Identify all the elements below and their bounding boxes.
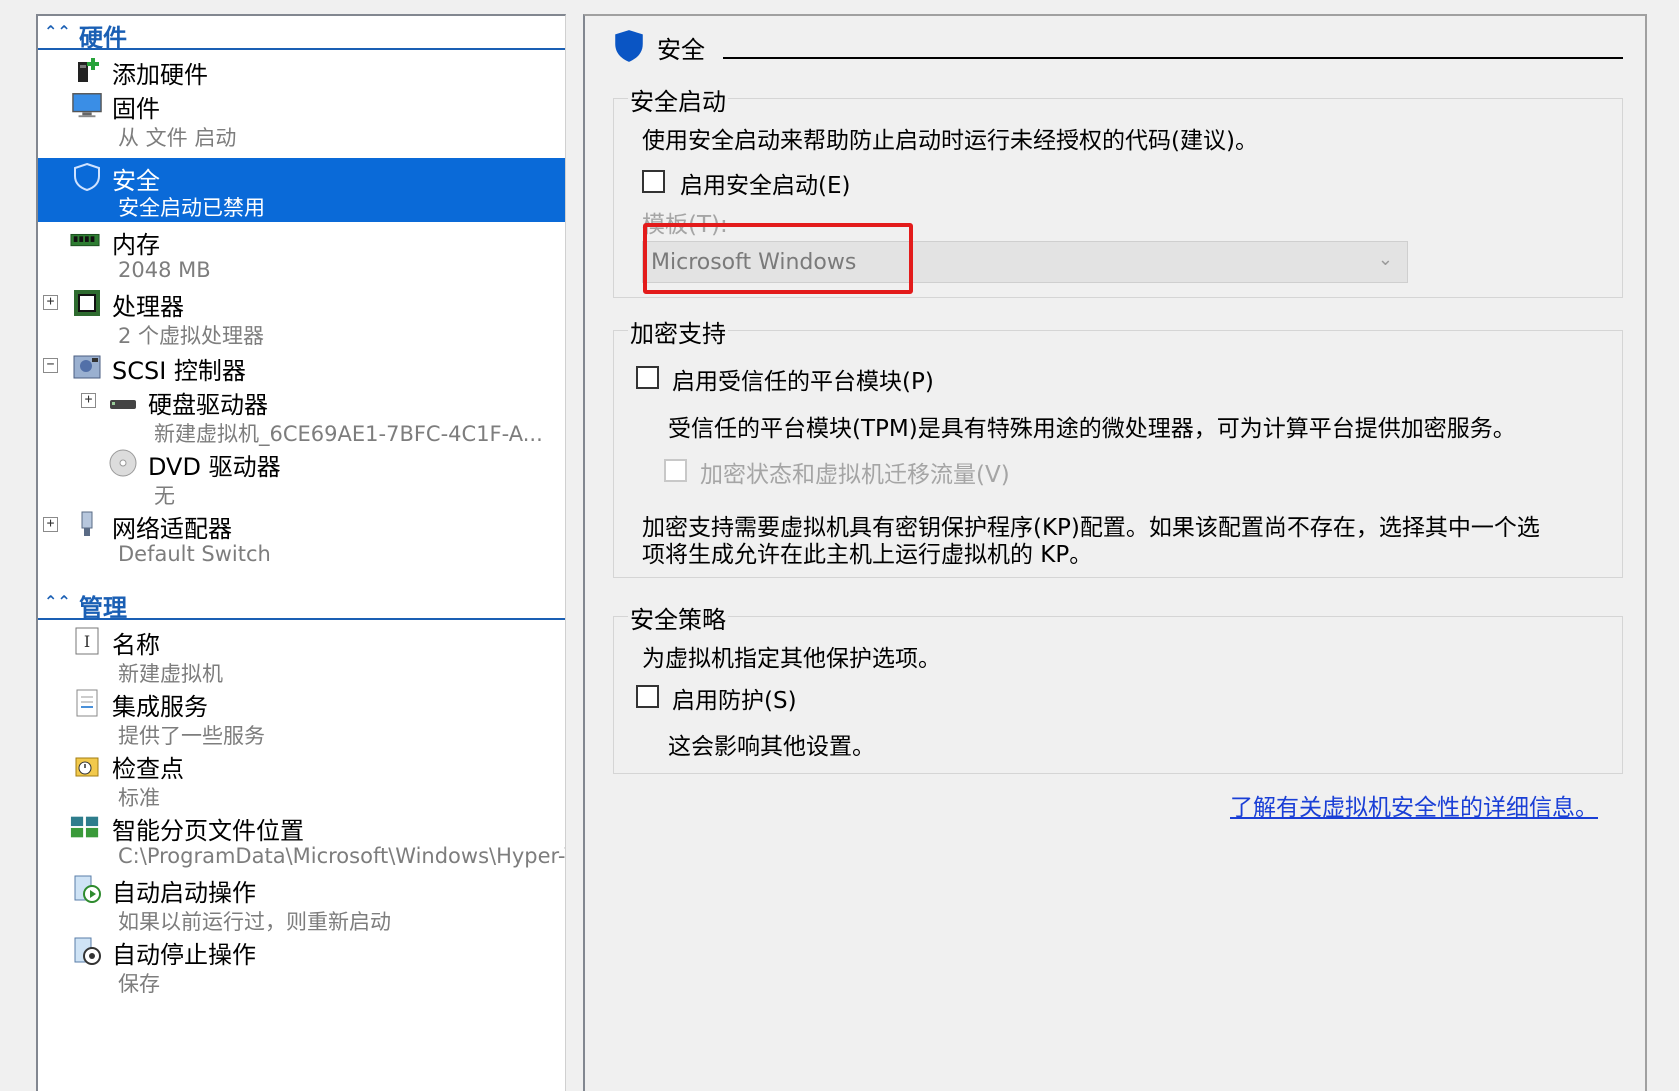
tree-item-label: DVD 驱动器 — [148, 453, 281, 481]
security-policy-group: 安全策略 为虚拟机指定其他保护选项。 启用防护(S) 这会影响其他设置。 — [613, 600, 1623, 774]
auto-start-icon — [74, 875, 101, 903]
encryption-support-group: 加密支持 启用受信任的平台模块(P) 受信任的平台模块(TPM)是具有特殊用途的… — [613, 314, 1623, 578]
enable-secure-boot-label[interactable]: 启用安全启动(E) — [680, 166, 850, 200]
tree-item-label: 处理器 — [112, 293, 184, 321]
tree-item-sub: 新建虚拟机_6CE69AE1-7BFC-4C1F-A... — [154, 422, 543, 446]
tree-item-firmware[interactable]: 固件 从 文件 启动 — [38, 88, 565, 150]
tree-item-label: 固件 — [112, 95, 160, 123]
auto-stop-icon — [74, 937, 101, 965]
tree-item-sub: 新建虚拟机 — [118, 662, 223, 686]
tree-item-dvd-drive[interactable]: DVD 驱动器 无 — [38, 446, 565, 508]
tree-item-integration-services[interactable]: 集成服务 提供了一些服务 — [38, 686, 565, 748]
tree-item-sub: 无 — [154, 484, 175, 508]
settings-tree: ⌃⌃ 硬件 添加硬件 固件 从 文件 启动 安全 安全启动已禁用 内存 2048… — [36, 14, 566, 1091]
tree-item-label: 检查点 — [112, 755, 184, 783]
page-header: 安全 — [613, 28, 1623, 68]
secure-boot-description: 使用安全启动来帮助防止启动时运行未经授权的代码(建议)。 — [642, 128, 1258, 154]
secure-boot-group: 安全启动 使用安全启动来帮助防止启动时运行未经授权的代码(建议)。 启用安全启动… — [613, 82, 1623, 298]
tree-item-name[interactable]: I 名称 新建虚拟机 — [38, 624, 565, 686]
tree-item-security[interactable]: 安全 安全启动已禁用 — [38, 158, 565, 222]
processor-icon — [74, 290, 100, 316]
collapse-up-icon[interactable]: ⌃⌃ — [44, 592, 71, 611]
tree-item-network-adapter[interactable]: + 网络适配器 Default Switch — [38, 508, 565, 570]
management-header-label: 管理 — [79, 594, 127, 622]
shield-icon — [74, 162, 100, 192]
kp-description-line-2: 项将生成允许在此主机上运行虚拟机的 KP。 — [642, 542, 1093, 568]
management-section-header[interactable]: ⌃⌃ 管理 — [38, 586, 565, 622]
integration-services-icon — [76, 689, 98, 717]
tree-item-sub: 保存 — [118, 972, 160, 996]
tree-item-label: 名称 — [112, 631, 160, 659]
tree-item-label: 自动停止操作 — [112, 941, 256, 969]
header-divider — [723, 57, 1623, 59]
tree-item-label: 自动启动操作 — [112, 879, 256, 907]
scsi-controller-icon — [73, 355, 101, 379]
tree-item-checkpoints[interactable]: 检查点 标准 — [38, 748, 565, 810]
tree-item-processor[interactable]: + 处理器 2 个虚拟处理器 — [38, 286, 565, 350]
smart-paging-icon — [70, 816, 99, 838]
tree-item-label: 添加硬件 — [112, 61, 208, 89]
name-icon: I — [75, 627, 99, 655]
tree-item-sub: 提供了一些服务 — [118, 724, 265, 748]
tree-item-sub: 安全启动已禁用 — [118, 196, 265, 220]
tree-item-sub: C:\ProgramData\Microsoft\Windows\Hyper-V — [118, 844, 566, 868]
tree-item-memory[interactable]: 内存 2048 MB — [38, 224, 565, 286]
expand-icon[interactable]: + — [43, 295, 58, 310]
collapse-up-icon[interactable]: ⌃⌃ — [44, 22, 71, 41]
tree-item-smart-paging[interactable]: 智能分页文件位置 C:\ProgramData\Microsoft\Window… — [38, 810, 566, 872]
hardware-header-label: 硬件 — [79, 24, 127, 52]
security-settings-panel: 安全 安全启动 使用安全启动来帮助防止启动时运行未经授权的代码(建议)。 启用安… — [583, 14, 1647, 1091]
dvd-icon — [109, 449, 137, 477]
tree-item-label: SCSI 控制器 — [112, 357, 246, 385]
svg-text:I: I — [84, 632, 90, 651]
learn-more-link[interactable]: 了解有关虚拟机安全性的详细信息。 — [1230, 788, 1598, 822]
tree-item-label: 智能分页文件位置 — [112, 817, 304, 845]
checkpoint-icon — [75, 757, 99, 777]
tree-item-auto-start[interactable]: 自动启动操作 如果以前运行过，则重新启动 — [38, 872, 565, 934]
expand-icon[interactable]: + — [43, 517, 58, 532]
shielding-description: 这会影响其他设置。 — [668, 734, 875, 760]
tree-item-sub: 2048 MB — [118, 258, 211, 282]
tree-item-label: 集成服务 — [112, 693, 208, 721]
tpm-description: 受信任的平台模块(TPM)是具有特殊用途的微处理器，可为计算平台提供加密服务。 — [668, 416, 1516, 442]
tree-item-label: 安全 — [112, 167, 160, 195]
add-hardware-icon — [78, 58, 99, 82]
network-adapter-icon — [81, 511, 93, 536]
collapse-icon[interactable]: − — [43, 358, 58, 373]
tree-item-scsi-controller[interactable]: − SCSI 控制器 — [38, 350, 565, 386]
tree-item-sub: Default Switch — [118, 542, 271, 566]
tree-item-sub: 标准 — [118, 786, 160, 810]
encrypt-migration-checkbox[interactable] — [664, 459, 687, 482]
expand-icon[interactable]: + — [81, 393, 96, 408]
enable-shielding-label[interactable]: 启用防护(S) — [672, 681, 797, 715]
secure-boot-title: 安全启动 — [628, 82, 728, 117]
tree-item-sub: 如果以前运行过，则重新启动 — [118, 910, 391, 934]
encrypt-migration-label[interactable]: 加密状态和虚拟机迁移流量(V) — [700, 455, 1010, 489]
tree-item-label: 网络适配器 — [112, 515, 232, 543]
monitor-icon — [72, 93, 102, 118]
tree-item-auto-stop[interactable]: 自动停止操作 保存 — [38, 934, 565, 996]
security-policy-title: 安全策略 — [628, 600, 728, 635]
enable-secure-boot-checkbox[interactable] — [642, 170, 665, 193]
shield-icon — [615, 30, 643, 62]
encryption-support-title: 加密支持 — [628, 314, 728, 349]
enable-tpm-label[interactable]: 启用受信任的平台模块(P) — [672, 362, 934, 396]
hard-drive-icon — [110, 400, 136, 409]
memory-icon — [70, 233, 100, 247]
tree-item-label: 硬盘驱动器 — [148, 391, 268, 419]
red-highlight-box — [643, 223, 913, 294]
security-policy-description: 为虚拟机指定其他保护选项。 — [642, 646, 941, 672]
tree-item-sub: 从 文件 启动 — [118, 126, 237, 150]
tree-item-sub: 2 个虚拟处理器 — [118, 324, 265, 348]
hardware-section-header[interactable]: ⌃⌃ 硬件 — [38, 16, 565, 52]
enable-shielding-checkbox[interactable] — [636, 685, 659, 708]
enable-tpm-checkbox[interactable] — [636, 366, 659, 389]
tree-item-add-hardware[interactable]: 添加硬件 — [38, 54, 565, 90]
tree-item-hard-drive[interactable]: + 硬盘驱动器 新建虚拟机_6CE69AE1-7BFC-4C1F-A... — [38, 384, 565, 446]
page-title: 安全 — [657, 36, 705, 64]
chevron-down-icon: ⌄ — [1377, 249, 1393, 270]
tree-item-label: 内存 — [112, 231, 160, 259]
